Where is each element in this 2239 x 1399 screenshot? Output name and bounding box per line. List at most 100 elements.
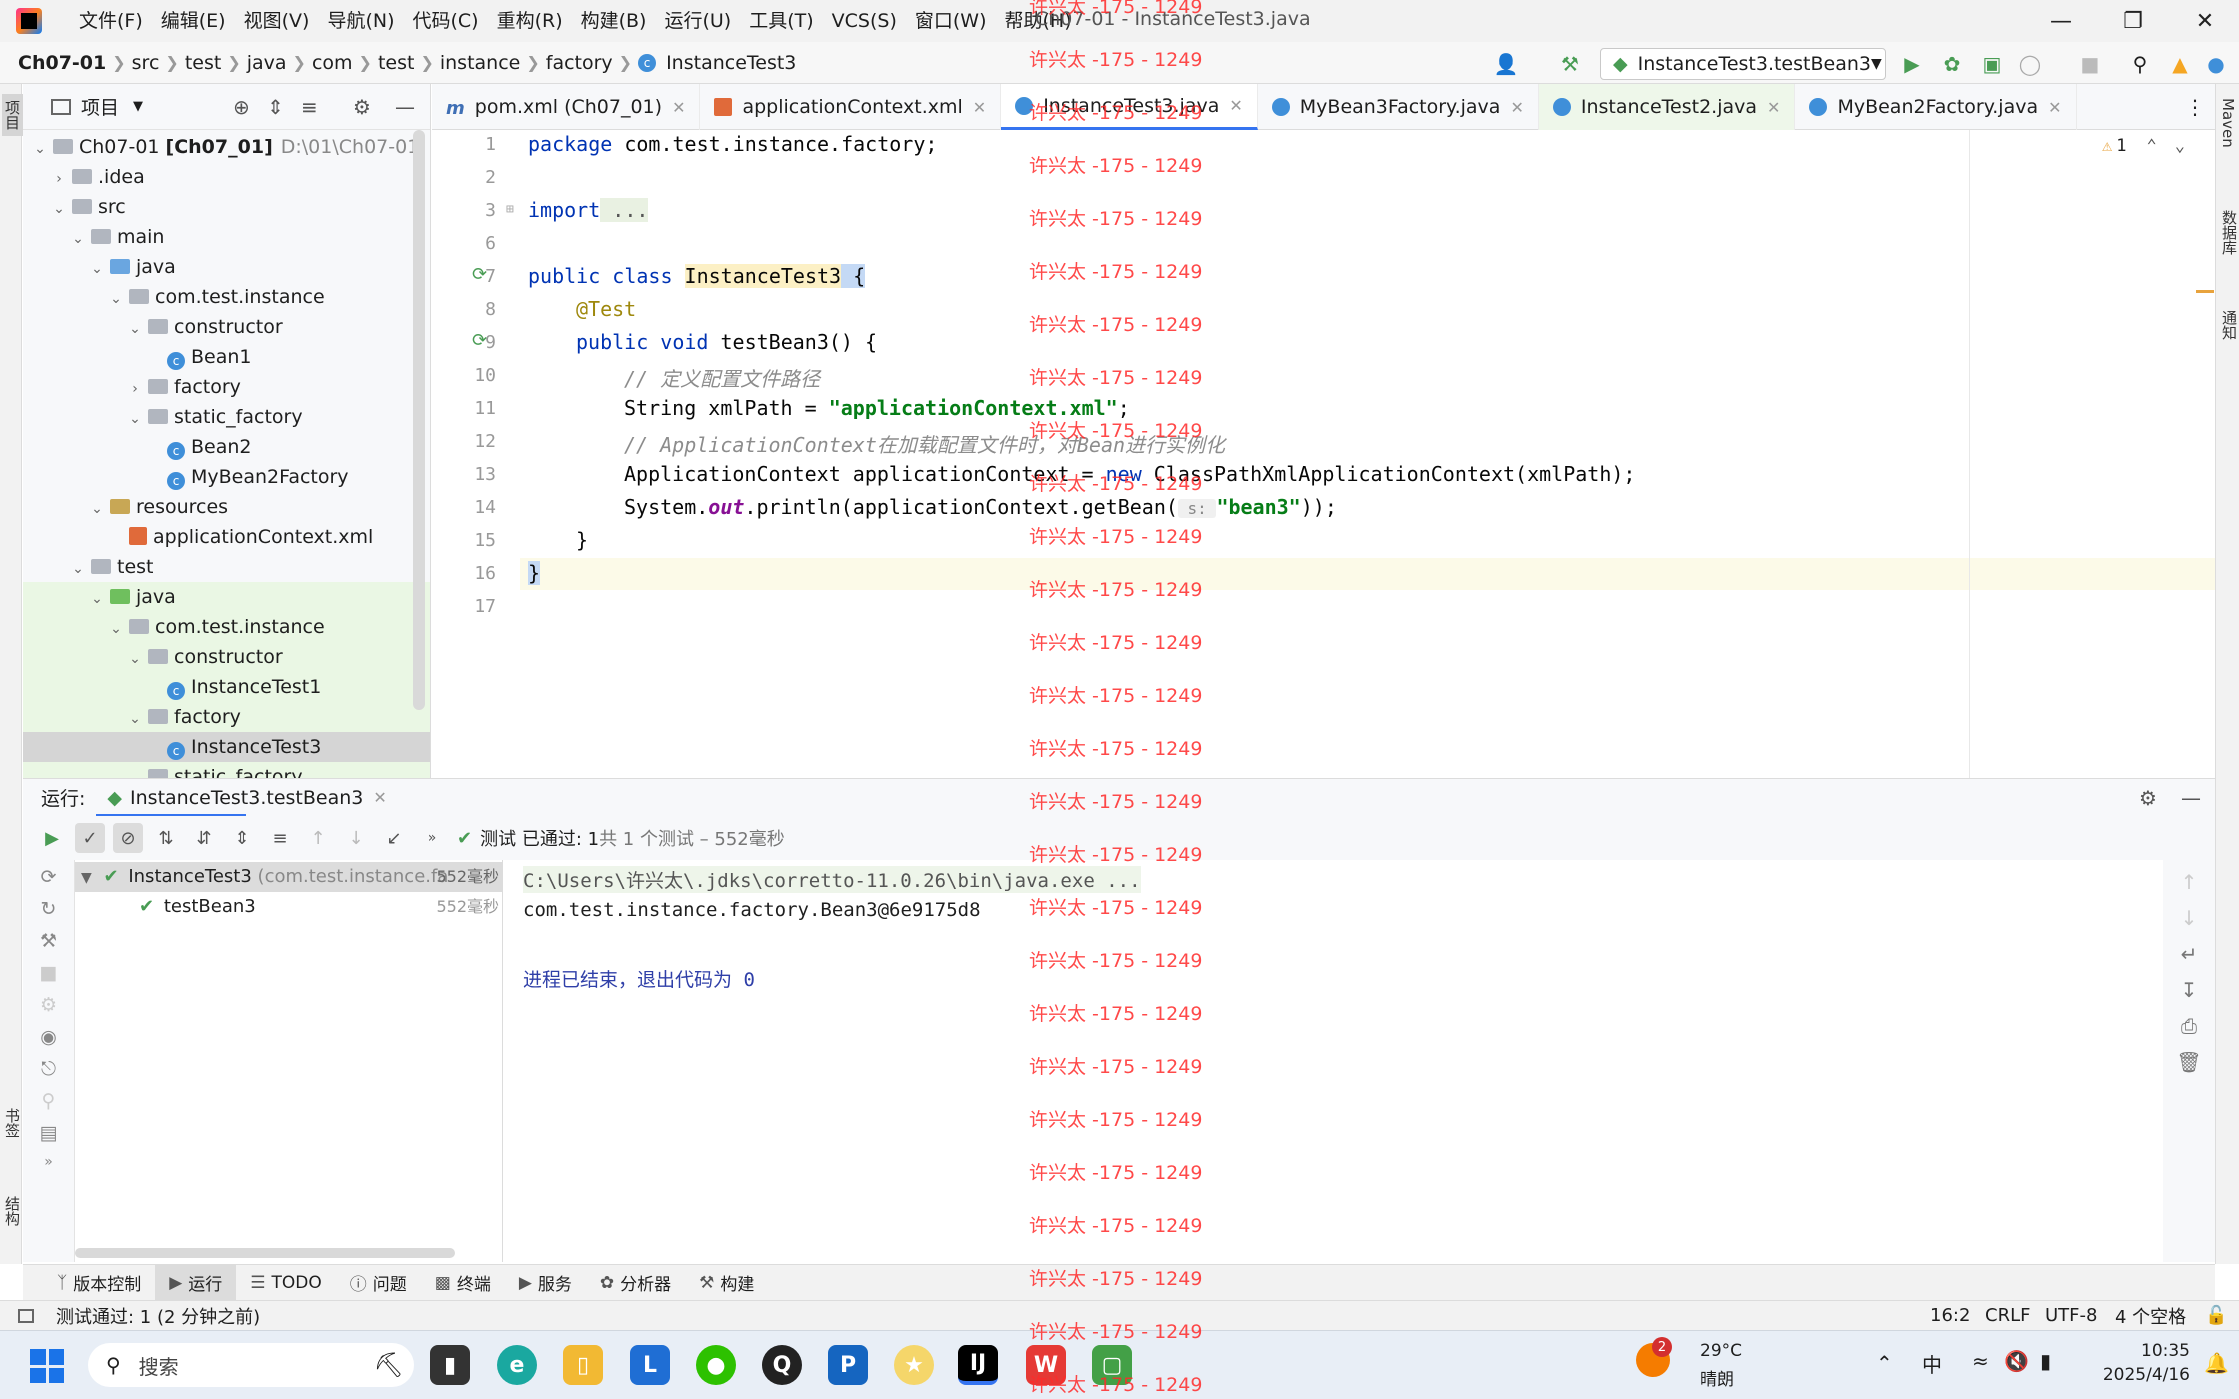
stop-icon[interactable]: ■ bbox=[40, 962, 58, 984]
folded-imports[interactable]: ... bbox=[600, 198, 649, 222]
tree-item[interactable]: ⌄ static_factory bbox=[23, 762, 430, 778]
test-tree-scrollbar[interactable] bbox=[75, 1248, 455, 1258]
close-icon[interactable]: ✕ bbox=[373, 788, 386, 807]
tree-item[interactable]: c Bean2 bbox=[23, 432, 430, 462]
weather-desc[interactable]: 晴朗 bbox=[1700, 1365, 1734, 1390]
tree-item[interactable]: ⌄ java bbox=[23, 252, 430, 282]
previous-failed-icon[interactable]: ↑ bbox=[303, 823, 333, 853]
panel-toggle-icon[interactable] bbox=[18, 1308, 34, 1323]
tree-item[interactable]: ⌄ com.test.instance bbox=[23, 612, 430, 644]
run-test-gutter-icon[interactable]: ⟳ bbox=[472, 330, 487, 351]
tool-tab-services[interactable]: ▶ 服务 bbox=[505, 1265, 586, 1301]
volume-muted-icon[interactable]: 🔇 bbox=[2004, 1349, 2029, 1373]
search-icon[interactable]: ⚲ bbox=[2126, 50, 2154, 78]
close-icon[interactable]: ✕ bbox=[1229, 96, 1242, 115]
tab-mybean3factory-java[interactable]: MyBean3Factory.java ✕ bbox=[1258, 84, 1539, 130]
run-icon[interactable]: ▶ bbox=[1898, 50, 1926, 78]
mascot-app-icon[interactable]: ★ bbox=[894, 1345, 934, 1385]
intellij-logo-icon[interactable] bbox=[16, 8, 42, 34]
scroll-to-end-icon[interactable]: ↧ bbox=[2181, 978, 2198, 1002]
qq-icon[interactable]: Q bbox=[762, 1345, 802, 1385]
more-icon[interactable]: » bbox=[44, 1154, 53, 1170]
chevron-down-icon[interactable]: ⌄ bbox=[69, 554, 87, 584]
weather-temp[interactable]: 29°C bbox=[1700, 1341, 1742, 1361]
expand-all-icon[interactable]: ⇕ bbox=[267, 95, 284, 119]
code-editor[interactable]: 1 2 3 6 7 8 9 10 11 12 13 14 15 16 17 ⟳ … bbox=[432, 130, 2215, 778]
tree-item[interactable]: ⌄ java bbox=[23, 582, 430, 612]
tool-tab-vcs[interactable]: ᛉ 版本控制 bbox=[43, 1265, 155, 1301]
stop-icon[interactable]: ■ bbox=[2076, 50, 2104, 78]
tree-item[interactable]: c InstanceTest3 bbox=[23, 732, 430, 762]
tree-item[interactable]: ⌄ static_factory bbox=[23, 402, 430, 434]
hide-panel-icon[interactable]: — bbox=[2181, 786, 2201, 810]
error-stripe-marker[interactable] bbox=[2196, 290, 2214, 293]
project-scrollbar[interactable] bbox=[413, 130, 425, 710]
tool-tab-terminal[interactable]: ▩ 终端 bbox=[421, 1265, 505, 1301]
tool-tab-todo[interactable]: ☰ TODO bbox=[236, 1265, 336, 1301]
maven-tool-button[interactable]: Maven bbox=[2219, 98, 2237, 148]
test-suite-row[interactable]: ▼ ✔ InstanceTest3 (com.test.instance.fa … bbox=[75, 862, 503, 892]
tree-item[interactable]: c MyBean2Factory bbox=[23, 462, 430, 492]
chevron-up-icon[interactable]: ⌃ bbox=[1876, 1351, 1893, 1375]
tab-mybean2factory-java[interactable]: MyBean2Factory.java ✕ bbox=[1795, 84, 2077, 130]
collapse-all-icon[interactable]: ≡ bbox=[301, 95, 318, 119]
file-encoding[interactable]: UTF-8 bbox=[2045, 1305, 2097, 1326]
menu-view[interactable]: 视图(V) bbox=[235, 0, 319, 42]
line-separator[interactable]: CRLF bbox=[1985, 1305, 2030, 1326]
tool-tab-build[interactable]: ⚒ 构建 bbox=[685, 1265, 768, 1301]
trash-icon[interactable]: 🗑 bbox=[2176, 1050, 2201, 1074]
run-tab[interactable]: InstanceTest3.testBean3 bbox=[130, 787, 363, 809]
chevron-down-icon[interactable]: ⌄ bbox=[69, 224, 87, 254]
chevron-down-icon[interactable]: ⌄ bbox=[126, 764, 144, 778]
bell-icon[interactable]: 🔔 bbox=[2204, 1351, 2229, 1375]
fold-icon[interactable]: ⊞ bbox=[506, 202, 514, 217]
tree-item[interactable]: ⌄ main bbox=[23, 222, 430, 254]
chevron-down-icon[interactable]: ▼ bbox=[81, 870, 92, 886]
tree-item[interactable]: › factory bbox=[23, 372, 430, 402]
chevron-down-icon[interactable]: ⌄ bbox=[88, 494, 106, 524]
test-case-row[interactable]: ✔ testBean3 552毫秒 bbox=[75, 892, 503, 922]
tool-tab-run[interactable]: ▶ 运行 bbox=[155, 1264, 237, 1301]
pin-icon[interactable]: ⚲ bbox=[42, 1090, 56, 1112]
chevron-down-icon[interactable]: ⌄ bbox=[126, 644, 144, 674]
breadcrumb-src[interactable]: src bbox=[128, 52, 164, 74]
minimize-icon[interactable]: — bbox=[2028, 0, 2094, 42]
import-tests-icon[interactable]: ↙ bbox=[379, 823, 409, 853]
close-icon[interactable]: ✕ bbox=[2172, 0, 2238, 42]
arrow-up-icon[interactable]: ↑ bbox=[2181, 870, 2198, 894]
tree-item[interactable]: ⌄ constructor bbox=[23, 642, 430, 674]
layout-icon[interactable]: ▤ bbox=[40, 1122, 58, 1144]
chevron-down-icon[interactable]: ⌄ bbox=[107, 614, 125, 644]
status-message[interactable]: 测试通过: 1 (2 分钟之前) bbox=[56, 1303, 260, 1329]
arrow-down-icon[interactable]: ↓ bbox=[2181, 906, 2198, 930]
menu-tools[interactable]: 工具(T) bbox=[740, 0, 822, 42]
dump-threads-icon[interactable]: ⚙ bbox=[40, 994, 57, 1016]
notifications-tool-button[interactable]: 通知 bbox=[2219, 310, 2239, 340]
close-icon[interactable]: ✕ bbox=[973, 98, 986, 117]
tool-tab-profiler[interactable]: ✿ 分析器 bbox=[586, 1265, 685, 1301]
tree-item[interactable]: ⌄ com.test.instance bbox=[23, 282, 430, 312]
tab-application-context-xml[interactable]: applicationContext.xml ✕ bbox=[700, 84, 1002, 130]
intellij-taskbar-icon[interactable]: IJ bbox=[958, 1345, 998, 1385]
chevron-right-icon[interactable]: › bbox=[50, 164, 68, 194]
run-configuration-select[interactable]: ◆ InstanceTest3.testBean3 ▼ bbox=[1600, 48, 1886, 80]
database-tool-button[interactable]: 数据库 bbox=[2219, 210, 2239, 255]
windows-start-icon[interactable] bbox=[30, 1349, 64, 1383]
breadcrumb-factory[interactable]: factory bbox=[542, 52, 617, 74]
chevron-down-icon[interactable]: ⌄ bbox=[126, 314, 144, 344]
breadcrumb-instance[interactable]: instance bbox=[436, 52, 525, 74]
hide-panel-icon[interactable]: — bbox=[395, 95, 415, 119]
chevron-down-icon[interactable]: ⌄ bbox=[126, 704, 144, 734]
camera-icon[interactable]: ◉ bbox=[40, 1026, 57, 1048]
tree-item[interactable]: ⌄ resources bbox=[23, 492, 430, 524]
menu-run[interactable]: 运行(U) bbox=[655, 0, 740, 42]
battery-icon[interactable]: ▮ bbox=[2040, 1349, 2051, 1373]
gear-icon[interactable]: ⚙ bbox=[2139, 786, 2157, 810]
menu-refactor[interactable]: 重构(R) bbox=[488, 0, 572, 42]
chevron-down-icon[interactable]: ⌄ bbox=[126, 404, 144, 434]
project-tool-button[interactable]: 项目 bbox=[2, 94, 23, 136]
wechat-icon[interactable]: ● bbox=[696, 1345, 736, 1385]
tree-item[interactable]: applicationContext.xml bbox=[23, 522, 430, 552]
print-icon[interactable]: ⎙ bbox=[2181, 1014, 2197, 1038]
bookmarks-tool-button[interactable]: 书签 bbox=[2, 1108, 23, 1138]
